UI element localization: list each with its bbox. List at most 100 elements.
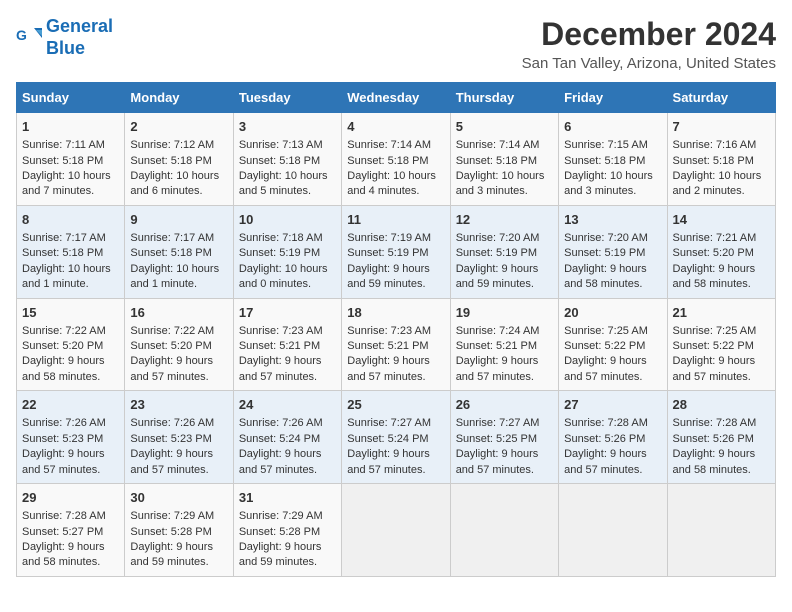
cell-info-line: Sunrise: 7:26 AM bbox=[130, 416, 227, 431]
cell-info-line: Sunset: 5:27 PM bbox=[22, 525, 119, 540]
calendar-cell: 30Sunrise: 7:29 AMSunset: 5:28 PMDayligh… bbox=[125, 484, 233, 577]
cell-info-line: Daylight: 10 hours and 7 minutes. bbox=[22, 169, 119, 200]
cell-info-line: Daylight: 10 hours and 3 minutes. bbox=[456, 169, 553, 200]
calendar-cell: 3Sunrise: 7:13 AMSunset: 5:18 PMDaylight… bbox=[233, 113, 341, 206]
calendar-cell: 21Sunrise: 7:25 AMSunset: 5:22 PMDayligh… bbox=[667, 298, 775, 391]
day-header-friday: Friday bbox=[559, 83, 667, 113]
cell-info-line: Sunset: 5:23 PM bbox=[22, 432, 119, 447]
header-row: SundayMondayTuesdayWednesdayThursdayFrid… bbox=[17, 83, 776, 113]
week-row-4: 22Sunrise: 7:26 AMSunset: 5:23 PMDayligh… bbox=[17, 391, 776, 484]
day-number: 23 bbox=[130, 396, 227, 414]
cell-info-line: Sunset: 5:20 PM bbox=[673, 246, 770, 261]
calendar-cell: 29Sunrise: 7:28 AMSunset: 5:27 PMDayligh… bbox=[17, 484, 125, 577]
cell-info-line: Daylight: 9 hours and 59 minutes. bbox=[456, 262, 553, 293]
calendar-cell: 8Sunrise: 7:17 AMSunset: 5:18 PMDaylight… bbox=[17, 205, 125, 298]
day-number: 19 bbox=[456, 304, 553, 322]
cell-info-line: Sunrise: 7:19 AM bbox=[347, 231, 444, 246]
cell-info-line: Sunset: 5:24 PM bbox=[347, 432, 444, 447]
day-number: 31 bbox=[239, 489, 336, 507]
cell-info-line: Sunrise: 7:26 AM bbox=[22, 416, 119, 431]
calendar-cell bbox=[450, 484, 558, 577]
cell-info-line: Sunset: 5:19 PM bbox=[456, 246, 553, 261]
day-header-wednesday: Wednesday bbox=[342, 83, 450, 113]
logo-line2: Blue bbox=[46, 38, 85, 58]
day-number: 25 bbox=[347, 396, 444, 414]
cell-info-line: Sunset: 5:23 PM bbox=[130, 432, 227, 447]
day-number: 5 bbox=[456, 118, 553, 136]
cell-info-line: Sunset: 5:19 PM bbox=[347, 246, 444, 261]
cell-info-line: Sunrise: 7:14 AM bbox=[347, 138, 444, 153]
cell-info-line: Daylight: 10 hours and 2 minutes. bbox=[673, 169, 770, 200]
day-header-monday: Monday bbox=[125, 83, 233, 113]
calendar-cell: 10Sunrise: 7:18 AMSunset: 5:19 PMDayligh… bbox=[233, 205, 341, 298]
day-number: 2 bbox=[130, 118, 227, 136]
calendar-cell: 16Sunrise: 7:22 AMSunset: 5:20 PMDayligh… bbox=[125, 298, 233, 391]
cell-info-line: Sunrise: 7:12 AM bbox=[130, 138, 227, 153]
calendar-cell: 28Sunrise: 7:28 AMSunset: 5:26 PMDayligh… bbox=[667, 391, 775, 484]
cell-info-line: Sunset: 5:18 PM bbox=[564, 154, 661, 169]
cell-info-line: Sunrise: 7:22 AM bbox=[22, 324, 119, 339]
cell-info-line: Daylight: 9 hours and 59 minutes. bbox=[130, 540, 227, 571]
day-header-saturday: Saturday bbox=[667, 83, 775, 113]
calendar-cell: 22Sunrise: 7:26 AMSunset: 5:23 PMDayligh… bbox=[17, 391, 125, 484]
cell-info-line: Sunset: 5:18 PM bbox=[673, 154, 770, 169]
cell-info-line: Sunset: 5:18 PM bbox=[22, 246, 119, 261]
week-row-5: 29Sunrise: 7:28 AMSunset: 5:27 PMDayligh… bbox=[17, 484, 776, 577]
day-number: 1 bbox=[22, 118, 119, 136]
cell-info-line: Daylight: 10 hours and 0 minutes. bbox=[239, 262, 336, 293]
day-header-sunday: Sunday bbox=[17, 83, 125, 113]
day-number: 8 bbox=[22, 211, 119, 229]
cell-info-line: Sunset: 5:25 PM bbox=[456, 432, 553, 447]
cell-info-line: Sunset: 5:18 PM bbox=[456, 154, 553, 169]
cell-info-line: Daylight: 9 hours and 58 minutes. bbox=[673, 447, 770, 478]
cell-info-line: Sunset: 5:19 PM bbox=[239, 246, 336, 261]
cell-info-line: Sunset: 5:28 PM bbox=[239, 525, 336, 540]
calendar-cell: 25Sunrise: 7:27 AMSunset: 5:24 PMDayligh… bbox=[342, 391, 450, 484]
calendar-cell: 2Sunrise: 7:12 AMSunset: 5:18 PMDaylight… bbox=[125, 113, 233, 206]
calendar-cell: 24Sunrise: 7:26 AMSunset: 5:24 PMDayligh… bbox=[233, 391, 341, 484]
cell-info-line: Sunrise: 7:20 AM bbox=[456, 231, 553, 246]
calendar-cell: 4Sunrise: 7:14 AMSunset: 5:18 PMDaylight… bbox=[342, 113, 450, 206]
cell-info-line: Daylight: 9 hours and 57 minutes. bbox=[347, 354, 444, 385]
cell-info-line: Sunrise: 7:17 AM bbox=[22, 231, 119, 246]
cell-info-line: Daylight: 9 hours and 58 minutes. bbox=[564, 262, 661, 293]
cell-info-line: Daylight: 9 hours and 57 minutes. bbox=[456, 447, 553, 478]
calendar-cell: 6Sunrise: 7:15 AMSunset: 5:18 PMDaylight… bbox=[559, 113, 667, 206]
day-number: 27 bbox=[564, 396, 661, 414]
cell-info-line: Sunrise: 7:28 AM bbox=[22, 509, 119, 524]
day-number: 11 bbox=[347, 211, 444, 229]
calendar-cell: 5Sunrise: 7:14 AMSunset: 5:18 PMDaylight… bbox=[450, 113, 558, 206]
cell-info-line: Sunrise: 7:21 AM bbox=[673, 231, 770, 246]
day-number: 21 bbox=[673, 304, 770, 322]
cell-info-line: Daylight: 9 hours and 59 minutes. bbox=[239, 540, 336, 571]
day-number: 15 bbox=[22, 304, 119, 322]
cell-info-line: Daylight: 9 hours and 58 minutes. bbox=[22, 540, 119, 571]
calendar-cell bbox=[667, 484, 775, 577]
cell-info-line: Daylight: 9 hours and 57 minutes. bbox=[673, 354, 770, 385]
calendar-cell: 14Sunrise: 7:21 AMSunset: 5:20 PMDayligh… bbox=[667, 205, 775, 298]
cell-info-line: Daylight: 9 hours and 57 minutes. bbox=[564, 354, 661, 385]
cell-info-line: Sunrise: 7:25 AM bbox=[673, 324, 770, 339]
cell-info-line: Daylight: 10 hours and 5 minutes. bbox=[239, 169, 336, 200]
logo-icon: G bbox=[16, 24, 44, 52]
cell-info-line: Sunset: 5:22 PM bbox=[564, 339, 661, 354]
day-number: 16 bbox=[130, 304, 227, 322]
cell-info-line: Sunset: 5:21 PM bbox=[347, 339, 444, 354]
day-number: 20 bbox=[564, 304, 661, 322]
calendar-cell: 1Sunrise: 7:11 AMSunset: 5:18 PMDaylight… bbox=[17, 113, 125, 206]
cell-info-line: Sunrise: 7:13 AM bbox=[239, 138, 336, 153]
cell-info-line: Sunset: 5:26 PM bbox=[673, 432, 770, 447]
calendar-cell bbox=[559, 484, 667, 577]
day-number: 9 bbox=[130, 211, 227, 229]
title-area: December 2024 San Tan Valley, Arizona, U… bbox=[522, 16, 776, 72]
day-number: 22 bbox=[22, 396, 119, 414]
logo: G General Blue bbox=[16, 16, 113, 59]
cell-info-line: Sunrise: 7:11 AM bbox=[22, 138, 119, 153]
cell-info-line: Sunrise: 7:28 AM bbox=[564, 416, 661, 431]
calendar-cell: 7Sunrise: 7:16 AMSunset: 5:18 PMDaylight… bbox=[667, 113, 775, 206]
cell-info-line: Sunset: 5:24 PM bbox=[239, 432, 336, 447]
svg-text:G: G bbox=[16, 27, 27, 43]
calendar-cell: 15Sunrise: 7:22 AMSunset: 5:20 PMDayligh… bbox=[17, 298, 125, 391]
cell-info-line: Sunset: 5:26 PM bbox=[564, 432, 661, 447]
cell-info-line: Sunrise: 7:20 AM bbox=[564, 231, 661, 246]
